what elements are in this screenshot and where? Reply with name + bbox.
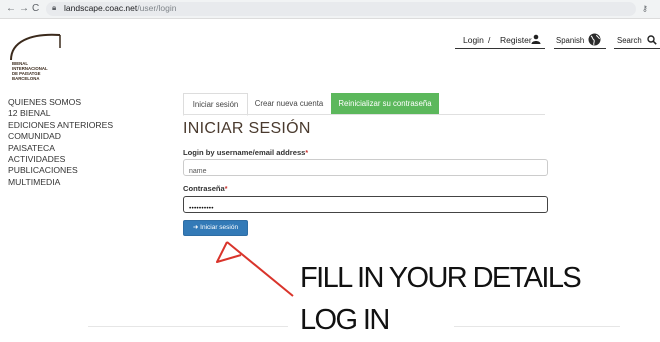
sidebar-item-quienes-somos[interactable]: QUIENES SOMOS: [8, 97, 113, 108]
sidebar-menu: QUIENES SOMOS 12 BIENAL EDICIONES ANTERI…: [8, 97, 113, 188]
footer-divider: [88, 326, 288, 327]
back-arrow-icon[interactable]: ←: [6, 3, 16, 15]
tab-iniciar-sesion[interactable]: Iniciar sesión: [183, 93, 248, 116]
url-path: /user/login: [137, 3, 177, 13]
annotation-fill-details: FILL IN YOUR DETAILS: [300, 262, 582, 294]
password-label-text: Contraseña: [183, 184, 225, 193]
reload-icon[interactable]: C: [32, 3, 39, 15]
search-icon[interactable]: [647, 35, 657, 45]
sidebar-item-paisateca[interactable]: PAISATECA: [8, 143, 113, 154]
sign-in-icon: ➜: [192, 224, 199, 231]
login-link[interactable]: Login: [463, 35, 484, 45]
username-label-text: Login by username/email address: [183, 148, 306, 157]
search-link[interactable]: Search: [617, 36, 642, 45]
annotation-log-in: LOG IN: [300, 304, 390, 336]
sidebar-item-comunidad[interactable]: COMUNIDAD: [8, 131, 113, 142]
login-underline: [455, 48, 545, 49]
logo-line: BARCELONA: [12, 76, 40, 81]
logo-text: BIENAL INTERNACIONAL DE PAISATGE BARCELO…: [12, 61, 62, 81]
annotation-arrow-icon: [216, 241, 294, 297]
globe-icon[interactable]: [588, 33, 601, 46]
password-field[interactable]: [183, 196, 548, 215]
username-label: Login by username/email address*: [183, 148, 308, 157]
tab-divider: [183, 114, 545, 115]
url-host: landscape.coac.net: [64, 3, 138, 13]
login-submit-button[interactable]: ➜ Iniciar sesión: [183, 220, 248, 236]
sidebar-item-publicaciones[interactable]: PUBLICACIONES: [8, 165, 113, 176]
username-field[interactable]: [183, 159, 548, 178]
required-marker: *: [305, 150, 309, 157]
url-text[interactable]: landscape.coac.net/user/login: [64, 3, 176, 13]
language-underline: [554, 48, 606, 49]
password-label: Contraseña*: [183, 184, 228, 193]
page-title: INICIAR SESIÓN: [183, 120, 311, 137]
sidebar-item-multimedia[interactable]: MULTIMEDIA: [8, 177, 113, 188]
register-link[interactable]: Register: [500, 35, 532, 45]
logo-icon[interactable]: [8, 30, 64, 62]
required-marker: *: [224, 186, 228, 193]
password-input[interactable]: [189, 202, 529, 215]
nav-separator: /: [488, 35, 491, 45]
lock-icon: 🔒︎: [52, 3, 57, 12]
username-input[interactable]: [189, 165, 529, 178]
forward-arrow-icon[interactable]: →: [19, 3, 29, 15]
sidebar-item-12-bienal[interactable]: 12 BIENAL: [8, 108, 113, 119]
key-icon[interactable]: ⚷: [642, 4, 648, 13]
login-button-label: Iniciar sesión: [200, 224, 239, 231]
sidebar-item-actividades[interactable]: ACTIVIDADES: [8, 154, 113, 165]
sidebar-item-ediciones-anteriores[interactable]: EDICIONES ANTERIORES: [8, 120, 113, 131]
language-selector[interactable]: Spanish: [556, 36, 584, 45]
tab-reinicializar-contrasena[interactable]: Reinicializar su contraseña: [331, 93, 439, 114]
search-underline: [614, 48, 660, 49]
user-icon[interactable]: [531, 34, 541, 44]
tab-crear-cuenta[interactable]: Crear nueva cuenta: [250, 93, 328, 114]
footer-divider: [454, 326, 620, 327]
